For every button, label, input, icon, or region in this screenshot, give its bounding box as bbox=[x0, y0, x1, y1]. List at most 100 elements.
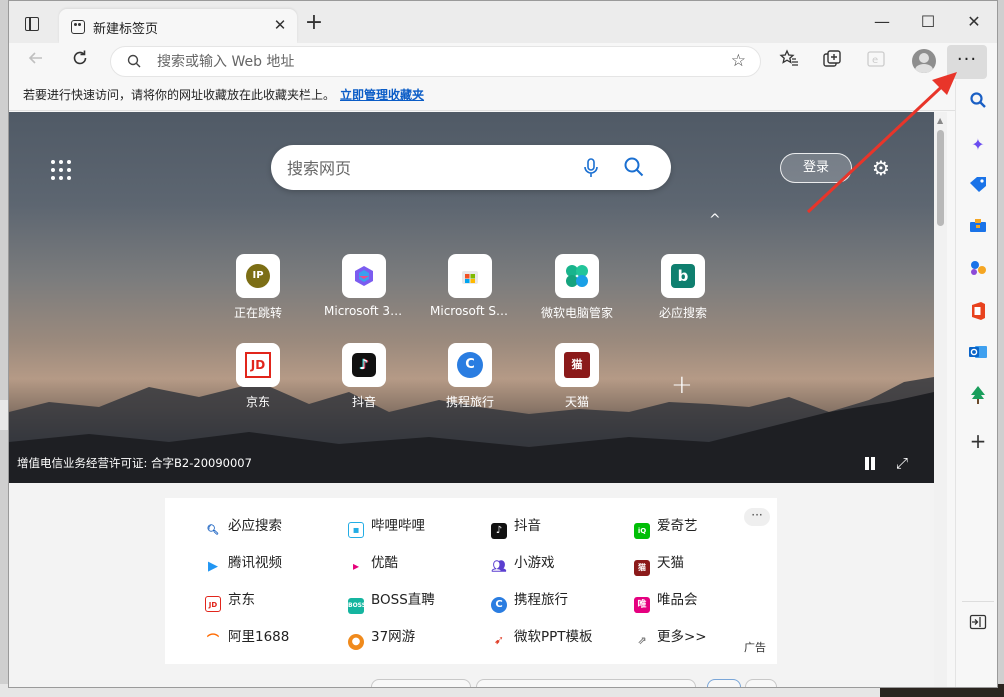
window-close-button[interactable]: ✕ bbox=[951, 11, 997, 33]
minimize-button[interactable]: — bbox=[859, 11, 905, 33]
sidebar-tree-icon[interactable] bbox=[966, 385, 990, 409]
address-bar[interactable]: ☆ bbox=[110, 46, 761, 77]
quick-link[interactable]: ♪ 抖音 bbox=[491, 515, 541, 539]
quick-link[interactable]: ▶ 腾讯视频 bbox=[205, 552, 282, 574]
tile-pc-manager[interactable]: 微软电脑管家 bbox=[537, 254, 617, 321]
add-favorite-icon[interactable]: ☆ bbox=[731, 51, 746, 71]
sidebar-add-icon[interactable]: + bbox=[966, 429, 990, 453]
quick-link[interactable]: BOSS BOSS直聘 bbox=[348, 589, 435, 614]
scroll-up-icon[interactable]: ▲ bbox=[937, 116, 943, 125]
quick-links-panel: ··· 🔍︎ 必应搜索 ▪ 哔哩哔哩 ♪ 抖音 iQ 爱奇艺 ▶ 腾讯视频 ▸ 优酷 👥︎ 小… bbox=[165, 498, 777, 664]
profile-avatar[interactable] bbox=[912, 49, 936, 73]
tab-new-tab[interactable]: 新建标签页 ✕ bbox=[59, 9, 297, 43]
page-settings-gear-icon[interactable]: ⚙ bbox=[869, 156, 893, 180]
tile-ctrip[interactable]: C 携程旅行 bbox=[430, 343, 510, 410]
back-button[interactable] bbox=[23, 49, 49, 75]
manage-favorites-link[interactable]: 立即管理收藏夹 bbox=[340, 82, 424, 108]
new-tab-page: 登录 ⚙ ^ IP 正在跳转 Microsoft 365 Microsoft S… bbox=[9, 112, 934, 687]
more-icon: ⇗ bbox=[637, 634, 647, 647]
quick-link[interactable]: ● 37网游 bbox=[348, 626, 415, 650]
feed-pill[interactable] bbox=[707, 679, 741, 687]
web-search-input[interactable] bbox=[287, 157, 567, 179]
quick-link[interactable]: ➹ 微软PPT模板 bbox=[491, 626, 593, 648]
fullscreen-expand-icon[interactable]: ⤢ bbox=[896, 454, 908, 472]
microphone-icon[interactable] bbox=[581, 157, 601, 179]
page-scrollbar[interactable]: ▲ bbox=[934, 112, 947, 687]
new-tab-favicon-icon bbox=[71, 20, 85, 34]
quick-link[interactable]: ⌒ 阿里1688 bbox=[205, 626, 289, 648]
quick-link[interactable]: 🔍︎ 必应搜索 bbox=[205, 515, 282, 537]
ali1688-icon: ⌒ bbox=[206, 633, 219, 647]
sidebar-tools-icon[interactable] bbox=[966, 217, 990, 241]
refresh-button[interactable] bbox=[67, 49, 93, 75]
jd-icon: JD bbox=[205, 596, 221, 612]
ie-mode-button[interactable]: e bbox=[863, 49, 889, 75]
store-icon bbox=[448, 254, 492, 298]
apps-launcher-icon[interactable] bbox=[49, 158, 73, 182]
add-shortcut-button[interactable]: + bbox=[671, 370, 693, 400]
web-search-box[interactable] bbox=[271, 145, 671, 190]
back-arrow-icon bbox=[28, 52, 42, 64]
maximize-button[interactable]: ☐ bbox=[905, 11, 951, 33]
tile-label: Microsoft Sto... bbox=[430, 304, 510, 318]
tile-microsoft-365[interactable]: Microsoft 365 bbox=[324, 254, 404, 318]
sidebar-outlook-icon[interactable] bbox=[966, 343, 990, 367]
tab-close-button[interactable]: ✕ bbox=[271, 16, 289, 34]
tile-bing[interactable]: b 必应搜索 bbox=[643, 254, 723, 321]
tab-actions-icon[interactable] bbox=[25, 17, 39, 31]
tile-label: 天猫 bbox=[564, 395, 589, 409]
ip-icon: IP bbox=[236, 254, 280, 298]
quick-link[interactable]: C 携程旅行 bbox=[491, 589, 568, 613]
pc-manager-icon bbox=[555, 254, 599, 298]
tile-jd[interactable]: JD 京东 bbox=[218, 343, 298, 410]
favorites-button[interactable] bbox=[776, 49, 802, 75]
pause-background-icon[interactable] bbox=[864, 457, 876, 471]
sidebar-office-icon[interactable] bbox=[966, 301, 990, 325]
tile-label: 携程旅行 bbox=[445, 395, 494, 409]
tile-tmall[interactable]: 猫 天猫 bbox=[537, 343, 617, 410]
feed-pill[interactable] bbox=[745, 679, 777, 687]
feed-pill[interactable] bbox=[371, 679, 471, 687]
quick-links-more-button[interactable]: ··· bbox=[744, 508, 770, 526]
tile-label: 微软电脑管家 bbox=[540, 306, 613, 320]
favorites-bar-tip: 若要进行快速访问，请将你的网址收藏放在此收藏夹栏上。 bbox=[23, 88, 336, 102]
collections-button[interactable] bbox=[819, 49, 845, 75]
search-icon: 🔍︎ bbox=[206, 525, 220, 536]
address-input[interactable] bbox=[157, 52, 717, 72]
quick-link[interactable]: 猫天猫 bbox=[634, 552, 684, 576]
douyin-icon: ♪ bbox=[491, 523, 507, 539]
quick-link[interactable]: ⇗ 更多>> bbox=[634, 626, 706, 648]
37game-icon: ● bbox=[348, 634, 364, 650]
quick-link[interactable]: JD 京东 bbox=[205, 589, 255, 612]
new-tab-button[interactable]: + bbox=[303, 12, 325, 35]
tab-title: 新建标签页 bbox=[93, 22, 159, 37]
tile-douyin[interactable]: ♪ 抖音 bbox=[324, 343, 404, 410]
favorites-bar: 若要进行快速访问，请将你的网址收藏放在此收藏夹栏上。 立即管理收藏夹 bbox=[9, 81, 997, 111]
douyin-icon: ♪ bbox=[342, 343, 386, 387]
quick-link[interactable]: iQ 爱奇艺 bbox=[634, 515, 698, 539]
license-text: 增值电信业务经营许可证: 合字B2-20090007 bbox=[17, 456, 252, 470]
sidebar-copilot-icon[interactable]: ✦ bbox=[966, 133, 990, 157]
edge-sidebar: ✦ + bbox=[955, 81, 997, 687]
scrollbar-thumb[interactable] bbox=[937, 130, 944, 226]
sidebar-games-icon[interactable] bbox=[966, 259, 990, 283]
quick-link[interactable]: 唯唯品会 bbox=[634, 589, 698, 613]
search-submit-icon[interactable] bbox=[623, 156, 645, 178]
tile-label: 必应搜索 bbox=[658, 306, 707, 320]
sidebar-search-icon[interactable] bbox=[966, 91, 990, 115]
quick-link[interactable]: ▪ 哔哩哔哩 bbox=[348, 515, 425, 538]
tile-label: 京东 bbox=[245, 395, 270, 409]
login-button[interactable]: 登录 bbox=[780, 153, 852, 183]
boss-icon: BOSS bbox=[348, 598, 366, 614]
quick-link[interactable]: 👥︎ 小游戏 bbox=[491, 552, 554, 574]
vip-icon: 唯 bbox=[634, 597, 650, 613]
feed-pill[interactable] bbox=[476, 679, 696, 687]
collapse-chevron-icon[interactable]: ^ bbox=[709, 212, 721, 228]
sidebar-hide-icon[interactable] bbox=[966, 613, 990, 637]
tile-microsoft-store[interactable]: Microsoft Sto... bbox=[430, 254, 510, 318]
sidebar-shopping-icon[interactable] bbox=[966, 175, 990, 199]
collections-icon bbox=[823, 50, 841, 67]
quick-link[interactable]: ▸ 优酷 bbox=[348, 552, 398, 574]
tile-redirecting[interactable]: IP 正在跳转 bbox=[218, 254, 298, 321]
settings-more-button[interactable]: ··· bbox=[947, 45, 987, 79]
